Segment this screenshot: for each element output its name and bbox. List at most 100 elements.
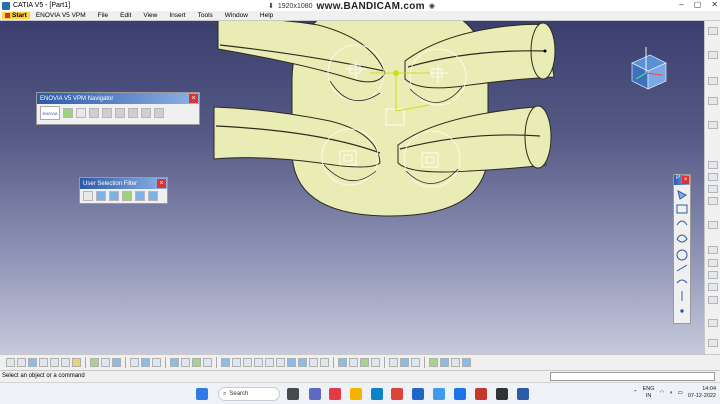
tool-icon[interactable]: [462, 358, 471, 367]
volume-filter-icon[interactable]: [122, 191, 132, 201]
tool-icon[interactable]: [411, 358, 420, 367]
tool-icon[interactable]: [192, 358, 201, 367]
tool-icon[interactable]: [112, 358, 121, 367]
tool-icon[interactable]: [429, 358, 438, 367]
tool-icon[interactable]: [152, 358, 161, 367]
open-file-icon[interactable]: [17, 358, 26, 367]
pan-icon[interactable]: [243, 358, 252, 367]
rotate-icon[interactable]: [254, 358, 263, 367]
command-input[interactable]: [550, 372, 715, 381]
save-icon[interactable]: [28, 358, 37, 367]
enovia-tool-icon[interactable]: [63, 108, 73, 118]
menu-help[interactable]: Help: [254, 12, 279, 19]
usf-toolbar-title[interactable]: User Selection Filter ×: [80, 178, 167, 189]
side-tool-icon[interactable]: [708, 319, 718, 327]
taskbar-search[interactable]: ⌕ Search: [218, 387, 280, 401]
tool-icon[interactable]: [389, 358, 398, 367]
app-icon[interactable]: [454, 388, 466, 400]
menu-insert[interactable]: Insert: [163, 12, 191, 19]
hide-show-icon[interactable]: [320, 358, 329, 367]
language-indicator[interactable]: ENG IN: [643, 386, 655, 400]
side-tool-icon[interactable]: [708, 259, 718, 267]
app-icon[interactable]: [475, 388, 487, 400]
app-icon[interactable]: [496, 388, 508, 400]
menu-enovia[interactable]: ENOVIA V5 VPM: [30, 12, 92, 19]
task-view-icon[interactable]: [287, 388, 299, 400]
side-tool-icon[interactable]: [708, 246, 718, 254]
side-tool-icon[interactable]: [708, 185, 718, 193]
usf-close-button[interactable]: ×: [157, 179, 166, 188]
enovia-toolbar-title[interactable]: ENOVIA V5 VPM Navigator ×: [37, 93, 199, 104]
tool-icon[interactable]: [141, 358, 150, 367]
tool-icon[interactable]: [181, 358, 190, 367]
new-file-icon[interactable]: [6, 358, 15, 367]
menu-view[interactable]: View: [137, 12, 163, 19]
edge-icon[interactable]: [371, 388, 383, 400]
opera-icon[interactable]: [329, 388, 341, 400]
side-tool-icon[interactable]: [708, 51, 718, 59]
zoom-in-icon[interactable]: [265, 358, 274, 367]
side-tool-icon[interactable]: [708, 27, 718, 35]
menu-window[interactable]: Window: [219, 12, 254, 19]
iso-view-icon[interactable]: [298, 358, 307, 367]
copy-icon[interactable]: [61, 358, 70, 367]
cut-icon[interactable]: [50, 358, 59, 367]
minimize-button[interactable]: –: [679, 0, 683, 9]
surface-filter-icon[interactable]: [109, 191, 119, 201]
fit-all-icon[interactable]: [232, 358, 241, 367]
enovia-tool-icon[interactable]: [76, 108, 86, 118]
close-button[interactable]: ✕: [711, 0, 718, 9]
tool-icon[interactable]: [338, 358, 347, 367]
maximize-button[interactable]: ▢: [694, 0, 702, 9]
side-tool-icon[interactable]: [708, 121, 718, 129]
tool-icon[interactable]: [349, 358, 358, 367]
fly-mode-icon[interactable]: [221, 358, 230, 367]
side-tool-icon[interactable]: [708, 161, 718, 169]
tool-icon[interactable]: [400, 358, 409, 367]
tool-icon[interactable]: [440, 358, 449, 367]
menu-start[interactable]: Start: [2, 12, 30, 19]
side-tool-icon[interactable]: [708, 77, 718, 85]
side-tool-icon[interactable]: [708, 296, 718, 304]
enovia-tool-icon[interactable]: [115, 108, 125, 118]
clock[interactable]: 14:04 07-12-2022: [688, 386, 716, 400]
shading-icon[interactable]: [309, 358, 318, 367]
enovia-tool-icon[interactable]: [141, 108, 151, 118]
enovia-tool-icon[interactable]: [128, 108, 138, 118]
side-tool-icon[interactable]: [708, 283, 718, 291]
tool-icon[interactable]: [170, 358, 179, 367]
normal-view-icon[interactable]: [287, 358, 296, 367]
enovia-help-icon[interactable]: [154, 108, 164, 118]
sketch-tools-title[interactable]: P ×: [674, 175, 690, 185]
enovia-tool-icon[interactable]: [89, 108, 99, 118]
wifi-icon[interactable]: ◠: [660, 390, 665, 396]
side-tool-icon[interactable]: [708, 339, 718, 347]
print-icon[interactable]: [39, 358, 48, 367]
point-filter-icon[interactable]: [83, 191, 93, 201]
tray-chevron-icon[interactable]: ⌃: [633, 390, 638, 396]
volume-icon[interactable]: ◖: [669, 390, 672, 396]
tool-icon[interactable]: [130, 358, 139, 367]
menu-tools[interactable]: Tools: [192, 12, 219, 19]
feature-filter-icon[interactable]: [135, 191, 145, 201]
side-tool-icon[interactable]: [708, 221, 718, 229]
app-icon[interactable]: [433, 388, 445, 400]
side-tool-icon[interactable]: [708, 271, 718, 279]
menu-file[interactable]: File: [92, 12, 114, 19]
tool-icon[interactable]: [371, 358, 380, 367]
start-icon[interactable]: [196, 388, 208, 400]
paste-icon[interactable]: [72, 358, 81, 367]
tool-icon[interactable]: [360, 358, 369, 367]
teams-icon[interactable]: [309, 388, 321, 400]
sketch-tool-icons[interactable]: [674, 185, 690, 323]
geometry-filter-icon[interactable]: [148, 191, 158, 201]
side-tool-icon[interactable]: [708, 97, 718, 105]
menu-edit[interactable]: Edit: [114, 12, 137, 19]
tool-icon[interactable]: [90, 358, 99, 367]
battery-icon[interactable]: ▭: [678, 390, 683, 396]
catia-taskbar-icon[interactable]: [517, 388, 529, 400]
zoom-out-icon[interactable]: [276, 358, 285, 367]
tool-icon[interactable]: [101, 358, 110, 367]
sketch-tools-close-button[interactable]: ×: [682, 176, 689, 184]
file-explorer-icon[interactable]: [350, 388, 362, 400]
